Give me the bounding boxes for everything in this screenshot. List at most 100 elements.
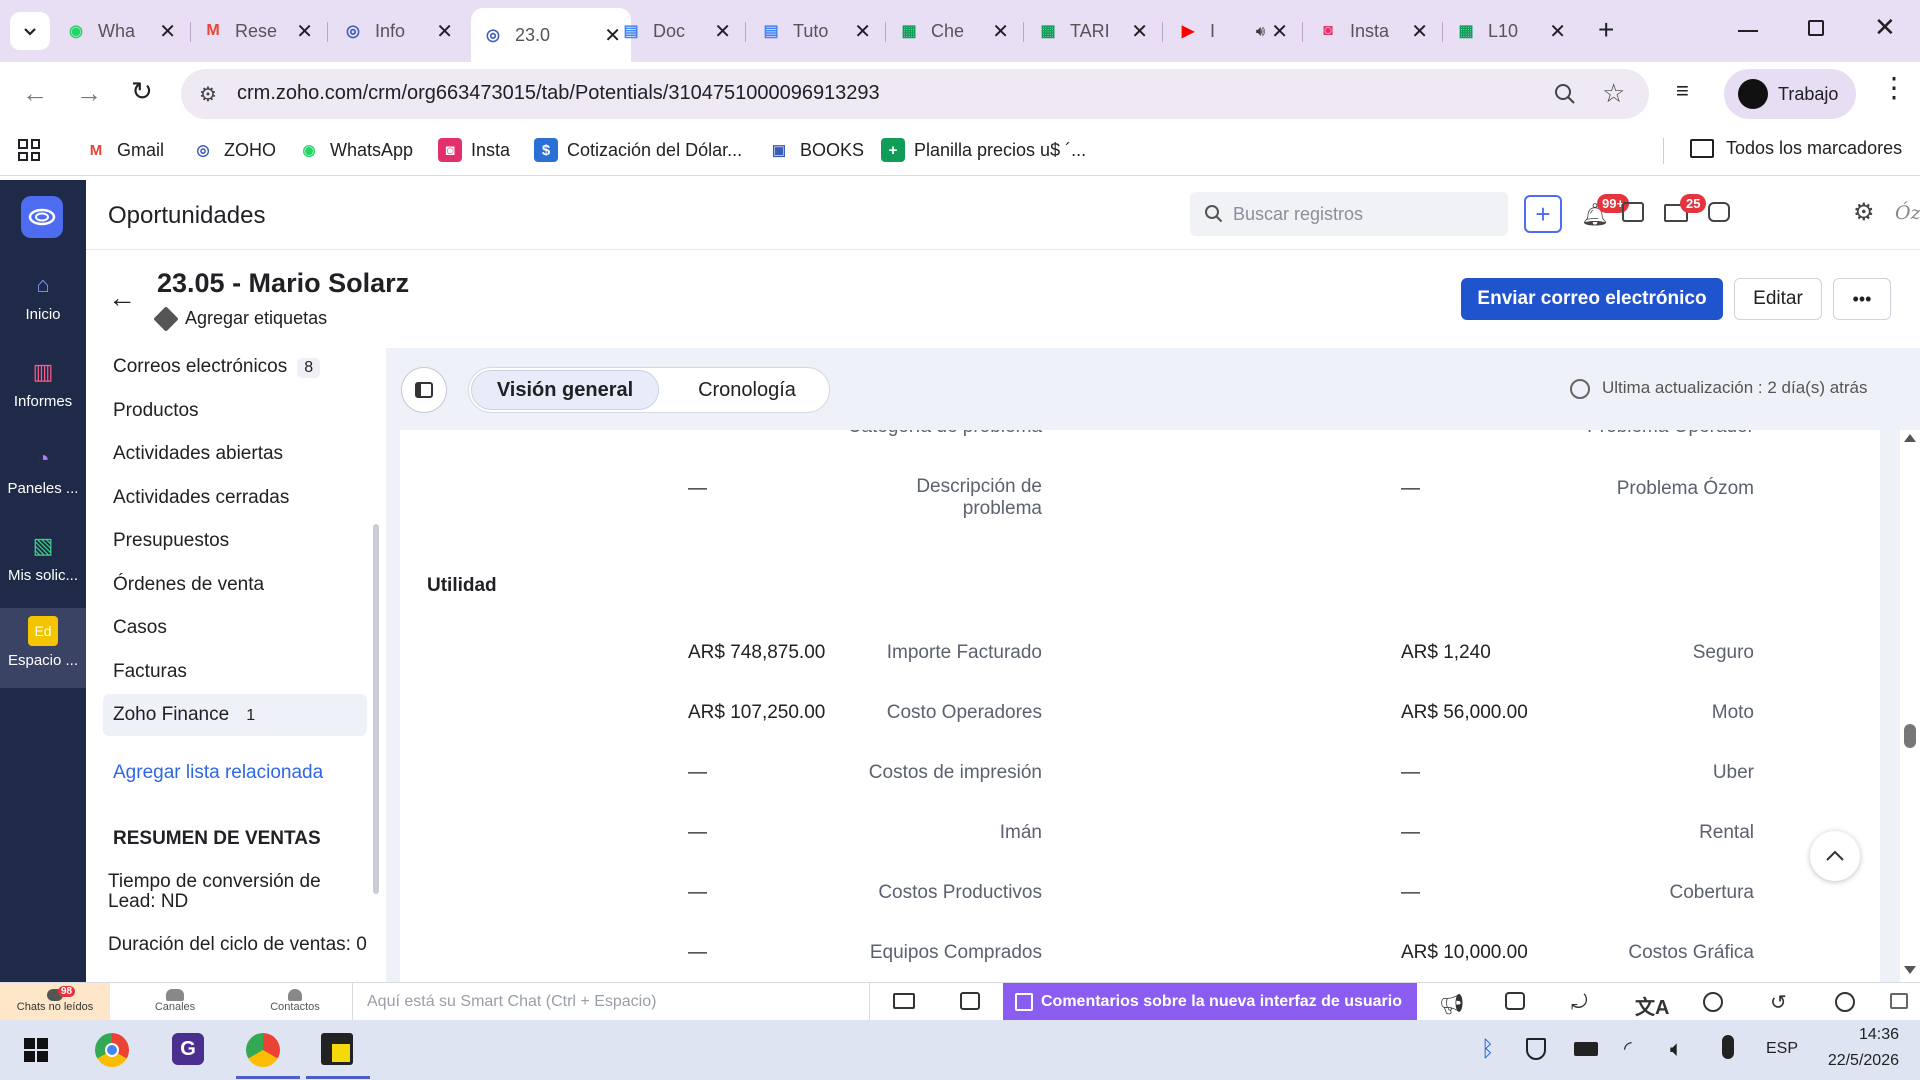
back-button[interactable]: ← [22,78,48,109]
nav-item-dashboard[interactable]: ◔ Paneles ... [0,444,86,497]
related-list-item[interactable]: Órdenes de venta [113,574,264,596]
forward-button[interactable]: → [76,78,102,109]
scroll-down-arrow[interactable] [1904,966,1916,974]
close-tab-icon[interactable]: ✕ [1411,19,1428,44]
profile-chip[interactable]: Trabajo [1724,69,1856,119]
browser-tab[interactable]: M Rese ✕ [191,10,323,52]
sticky-notes-icon[interactable] [321,1033,353,1065]
back-arrow-icon[interactable]: ← [108,282,136,314]
content-scrollbar[interactable] [1900,430,1920,982]
bookmark-item[interactable]: ◉ WhatsApp [297,138,413,162]
browser-tab[interactable]: ◉ Wha ✕ [54,10,186,52]
create-button[interactable]: + [1524,195,1562,233]
marketplace-icon[interactable] [1708,202,1730,222]
site-info-icon[interactable]: ⚙ [199,82,217,107]
windows-start-icon[interactable] [24,1038,48,1062]
battery-icon[interactable] [1574,1042,1598,1056]
scroll-up-arrow[interactable] [1904,434,1916,442]
bookmark-star-icon[interactable]: ☆ [1602,78,1625,109]
browser-tab[interactable]: ▦ L10 ✕ [1444,10,1576,52]
alarm-icon[interactable] [1703,992,1723,1012]
chrome-profile-icon[interactable] [246,1033,280,1067]
all-bookmarks[interactable]: Todos los marcadores [1690,138,1902,159]
bookmark-item[interactable]: $ Cotización del Dólar... [534,138,742,162]
bookmark-item[interactable]: ◎ ZOHO [191,138,276,162]
browser-tab[interactable]: ◙ Insta ✕ [1306,10,1438,52]
unread-chats[interactable]: Chats no leídos 98 [0,983,110,1021]
add-related-list-link[interactable]: Agregar lista relacionada [113,762,323,784]
tab-search-button[interactable] [10,12,50,50]
browser-tab[interactable]: ◎ 23.0 ✕ [471,8,631,62]
field-value[interactable]: — [688,762,707,784]
related-list-item[interactable]: Actividades abiertas [113,443,283,465]
app-icon[interactable]: G [172,1033,204,1065]
edit-button[interactable]: Editar [1734,278,1822,320]
send-email-button[interactable]: Enviar correo electrónico [1461,278,1723,320]
bookmark-item[interactable]: + Planilla precios u$ ´... [881,138,1086,162]
related-list-scrollbar[interactable] [373,524,379,894]
audio-playing-icon[interactable]: 🔊︎ [1256,23,1265,40]
security-shield-icon[interactable] [1526,1038,1546,1060]
related-list-item[interactable]: Zoho Finance 1 [113,704,263,726]
bookmark-item[interactable]: ◙ Insta [438,138,510,162]
apps-grid-icon[interactable] [18,139,40,161]
screen-capture-icon[interactable] [960,992,980,1010]
screen-share-icon[interactable] [893,993,915,1009]
field-value[interactable]: AR$ 10,000.00 [1401,942,1528,964]
close-tab-icon[interactable]: ✕ [1549,19,1566,44]
bookmark-item[interactable]: M Gmail [84,138,164,162]
field-value[interactable]: — [1401,822,1420,844]
org-brand-mark[interactable]: Ózom [1895,202,1920,224]
menu-icon[interactable] [1890,993,1908,1009]
close-tab-icon[interactable]: ✕ [296,19,313,44]
translate-icon[interactable]: 文A [1635,991,1669,1020]
reload-button[interactable]: ↻ [131,76,153,107]
rotate-icon[interactable]: ⤾ [1571,992,1588,1015]
browser-tab[interactable]: ◎ Info ✕ [331,10,463,52]
close-tab-icon[interactable]: ✕ [714,19,731,44]
calendar-icon[interactable] [1622,202,1644,222]
bookmark-item[interactable]: ▣ BOOKS [767,138,864,162]
media-control-icon[interactable]: ≡ [1676,78,1689,104]
close-tab-icon[interactable]: ✕ [992,19,1009,44]
announcement-icon[interactable]: 📢︎ [1439,992,1464,1017]
search-records[interactable]: Buscar registros [1190,192,1508,236]
zoho-crm-logo[interactable] [21,196,63,238]
toggle-panel-button[interactable] [401,367,447,413]
related-list-item[interactable]: Actividades cerradas [113,487,289,509]
browser-tab[interactable]: ▦ TARI ✕ [1026,10,1158,52]
close-tab-icon[interactable]: ✕ [854,19,871,44]
wifi-icon[interactable]: ◜ [1624,1036,1632,1061]
related-list-item[interactable]: Casos [113,617,167,639]
settings-icon[interactable]: ⚙ [1853,198,1875,227]
minimize-button[interactable] [1738,30,1758,32]
bluetooth-icon[interactable]: ᛒ [1481,1036,1494,1062]
nav-item-reports[interactable]: ▥ Informes [0,357,86,410]
related-list-item[interactable]: Productos [113,400,199,422]
field-value[interactable]: — [688,822,707,844]
restore-button[interactable] [1808,20,1824,36]
browser-tab[interactable]: ▤ Tuto ✕ [749,10,881,52]
browser-tab[interactable]: ▶ I 🔊︎ ✕ [1166,10,1298,52]
nav-item-home[interactable]: ⌂ Inicio [0,270,86,323]
chrome-icon[interactable] [95,1033,129,1067]
browser-tab[interactable]: ▦ Che ✕ [887,10,1019,52]
history-icon[interactable]: ↺ [1770,990,1787,1015]
scroll-thumb[interactable] [1904,724,1916,748]
related-list-item[interactable]: Presupuestos [113,530,229,552]
field-value[interactable]: — [688,942,707,964]
tab-overview[interactable]: Visión general [471,370,659,410]
new-tab-button[interactable]: + [1598,14,1614,46]
field-value[interactable]: AR$ 107,250.00 [688,702,825,724]
close-tab-icon[interactable]: ✕ [436,19,453,44]
feedback-button[interactable]: Comentarios sobre la nueva interfaz de u… [1003,983,1417,1021]
field-value[interactable]: — [1401,882,1420,904]
nav-item-workspace[interactable]: Ed Espacio ... [0,608,86,688]
related-list-item[interactable]: Facturas [113,661,187,683]
field-value[interactable]: AR$ 56,000.00 [1401,702,1528,724]
close-window-button[interactable]: ✕ [1874,12,1896,43]
field-value[interactable]: AR$ 748,875.00 [688,642,825,664]
accessibility-icon[interactable] [1835,992,1855,1012]
add-tags-link[interactable]: Agregar etiquetas [153,305,327,332]
microphone-icon[interactable] [1722,1035,1734,1059]
